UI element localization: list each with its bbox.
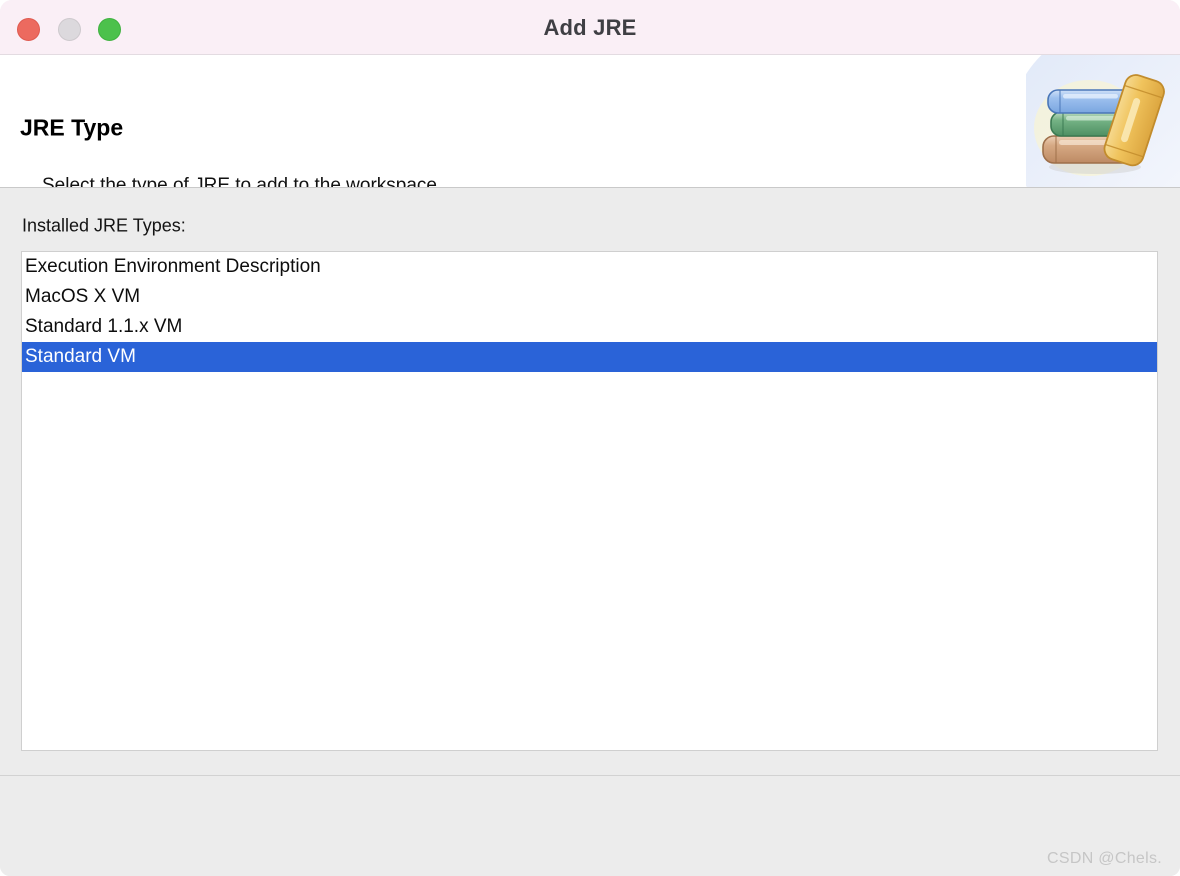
window-title: Add JRE — [543, 15, 637, 40]
list-item[interactable]: Standard 1.1.x VM — [22, 312, 1157, 342]
books-stack-icon — [1034, 74, 1165, 176]
list-item-selected[interactable]: Standard VM — [22, 342, 1157, 372]
wizard-header: JRE Type Select the type of JRE to add t… — [0, 55, 1180, 188]
wizard-banner — [1026, 55, 1180, 187]
dialog-window: Add JRE JRE Type Select the type of JRE … — [0, 0, 1180, 876]
dialog-body: Installed JRE Types: Execution Environme… — [0, 188, 1180, 775]
list-item[interactable]: MacOS X VM — [22, 282, 1157, 312]
watermark: CSDN @Chels. — [1047, 850, 1162, 867]
page-title: JRE Type — [20, 114, 124, 141]
title-bar: Add JRE — [0, 0, 1180, 55]
list-item[interactable]: Execution Environment Description — [22, 252, 1157, 282]
page-description: Select the type of JRE to add to the wor… — [42, 175, 443, 188]
installed-jre-types-label: Installed JRE Types: — [22, 215, 186, 236]
dialog-footer: ? < Back Next > Cancel Finish CSDN @Chel… — [0, 775, 1180, 876]
jre-type-list[interactable]: Execution Environment Description MacOS … — [21, 251, 1158, 751]
